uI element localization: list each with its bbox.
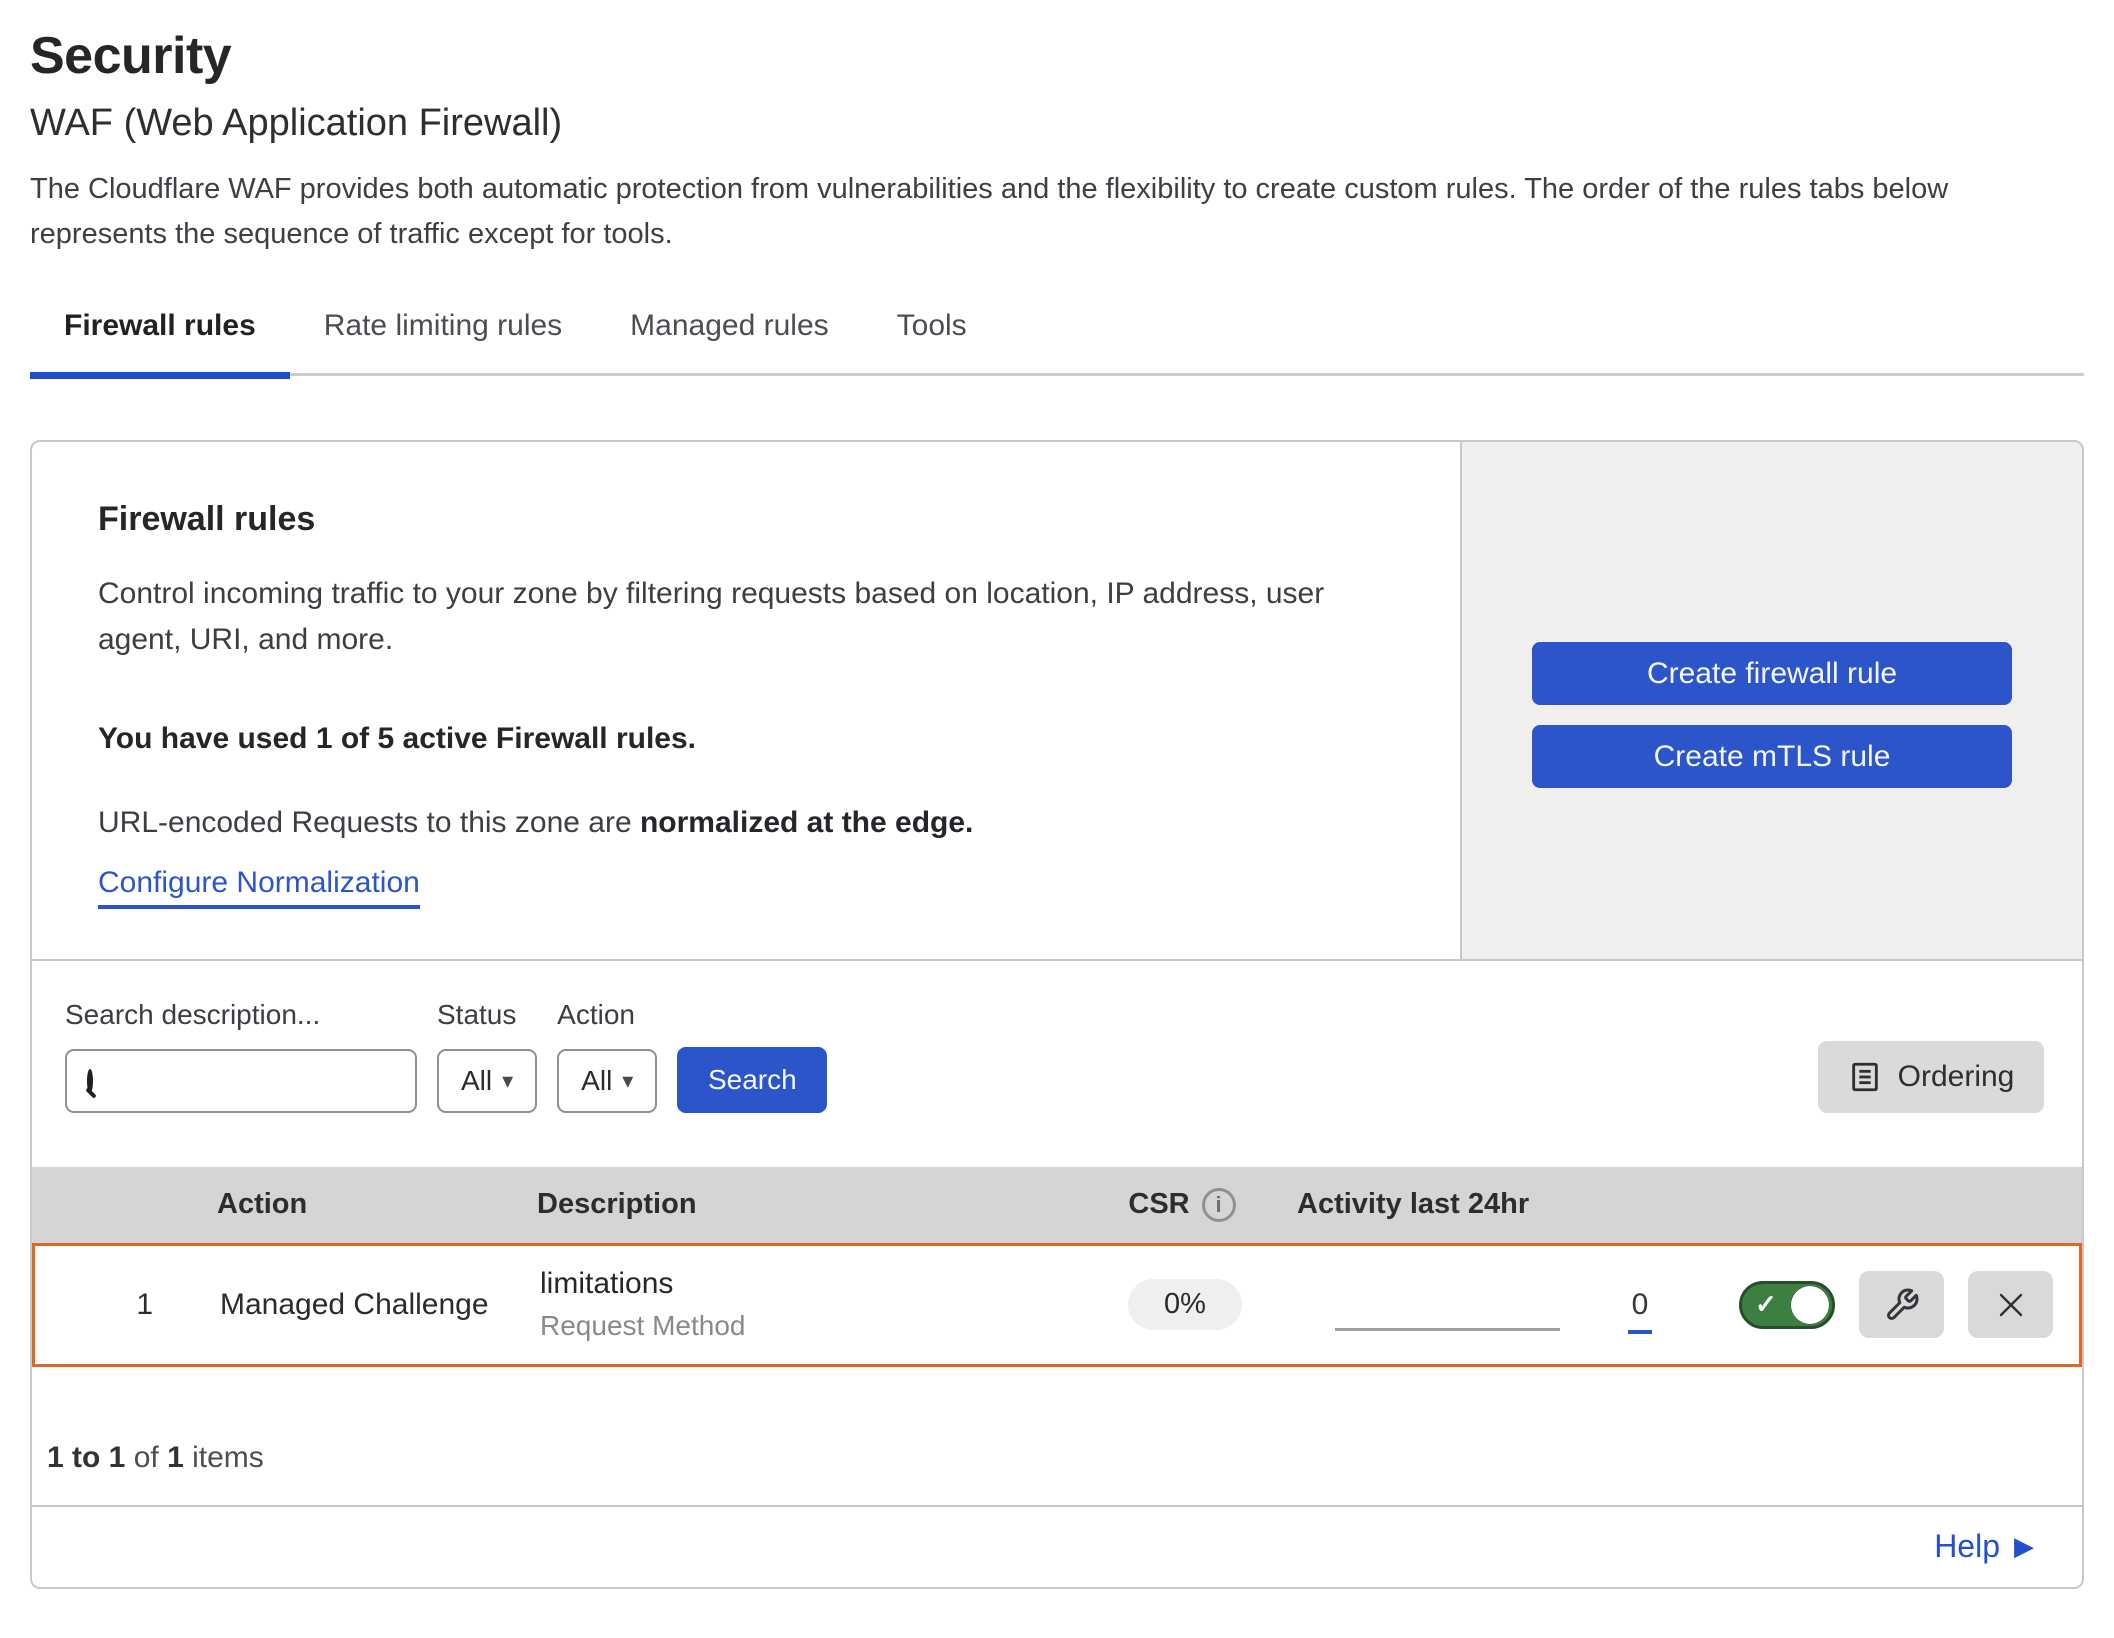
chevron-down-icon: ▾ (502, 1068, 513, 1094)
rule-controls-cell: ✓ (1680, 1271, 2079, 1338)
tab-tools[interactable]: Tools (863, 303, 1001, 373)
toggle-knob (1790, 1285, 1830, 1325)
normalization-note: URL-encoded Requests to this zone are no… (98, 806, 1400, 840)
pagination-total: 1 (167, 1441, 184, 1474)
configure-normalization-link[interactable]: Configure Normalization (98, 866, 420, 909)
action-filter-value: All (581, 1065, 612, 1097)
csr-badge: 0% (1128, 1279, 1242, 1330)
rule-priority-number: 1 (35, 1288, 185, 1322)
action-filter-label: Action (557, 999, 657, 1031)
column-header-action: Action (182, 1188, 507, 1221)
create-rule-actions-panel: Create firewall rule Create mTLS rule (1460, 442, 2082, 959)
rule-csr-cell: 0% (1080, 1279, 1290, 1330)
activity-sparkline (1335, 1328, 1560, 1331)
help-row: Help ▶ (32, 1505, 2082, 1587)
create-mtls-rule-button[interactable]: Create mTLS rule (1532, 725, 2012, 788)
page-title: Security (30, 26, 2084, 86)
rule-description-expression: Request Method (540, 1310, 1080, 1342)
chevron-down-icon: ▾ (622, 1068, 633, 1094)
check-icon: ✓ (1755, 1289, 1777, 1320)
firewall-rules-heading: Firewall rules (98, 500, 1400, 539)
rule-description-cell: limitations Request Method (510, 1267, 1080, 1342)
ordering-button[interactable]: Ordering (1818, 1041, 2044, 1113)
tab-firewall-rules[interactable]: Firewall rules (30, 303, 290, 373)
column-header-activity: Activity last 24hr (1287, 1188, 1597, 1221)
rule-activity-cell (1290, 1328, 1600, 1364)
rule-action-cell: Managed Challenge (185, 1288, 510, 1322)
search-description-group: Search description... (65, 999, 417, 1113)
firewall-rules-card: Firewall rules Control incoming traffic … (30, 440, 2084, 1589)
tab-managed-rules[interactable]: Managed rules (596, 303, 862, 373)
action-filter-group: Action All ▾ (557, 999, 657, 1113)
search-input[interactable] (109, 1065, 470, 1097)
search-description-label: Search description... (65, 999, 417, 1031)
ordering-button-label: Ordering (1898, 1060, 2015, 1094)
normalization-note-prefix: URL-encoded Requests to this zone are (98, 806, 640, 839)
close-icon (1995, 1289, 2027, 1321)
rules-tab-bar: Firewall rules Rate limiting rules Manag… (30, 303, 2084, 376)
search-icon (87, 1069, 93, 1093)
create-firewall-rule-button[interactable]: Create firewall rule (1532, 642, 2012, 705)
edit-rule-button[interactable] (1859, 1271, 1944, 1338)
info-icon[interactable]: i (1202, 1188, 1236, 1222)
tab-rate-limiting-rules[interactable]: Rate limiting rules (290, 303, 596, 373)
column-header-description: Description (507, 1188, 1077, 1221)
page-subtitle: WAF (Web Application Firewall) (30, 102, 2084, 145)
rules-table-header: Action Description CSR i Activity last 2… (32, 1167, 2082, 1243)
normalization-note-bold: normalized at the edge. (640, 806, 973, 839)
search-button[interactable]: Search (677, 1047, 827, 1113)
firewall-rules-description: Control incoming traffic to your zone by… (98, 571, 1388, 664)
table-row-managed-challenge[interactable]: 1 Managed Challenge limitations Request … (32, 1243, 2082, 1367)
firewall-rules-usage: You have used 1 of 5 active Firewall rul… (98, 722, 1400, 756)
status-filter-label: Status (437, 999, 537, 1031)
firewall-rules-summary-section: Firewall rules Control incoming traffic … (32, 442, 2082, 959)
firewall-rules-summary-text: Firewall rules Control incoming traffic … (32, 442, 1460, 959)
rule-enabled-toggle[interactable]: ✓ (1739, 1281, 1835, 1329)
activity-count-link[interactable]: 0 (1628, 1288, 1653, 1334)
pagination-summary: 1 to 1 of 1 items (32, 1367, 2082, 1505)
search-button-group: Search (677, 997, 827, 1113)
rule-description-name: limitations (540, 1267, 1080, 1301)
column-header-csr: CSR i (1077, 1188, 1287, 1222)
filter-bar: Search description... Status All ▾ Actio… (32, 959, 2082, 1167)
security-waf-page: Security WAF (Web Application Firewall) … (0, 0, 2114, 1589)
rule-activity-count-cell: 0 (1600, 1288, 1680, 1322)
ordering-list-icon (1848, 1060, 1882, 1094)
search-box (65, 1049, 417, 1113)
wrench-icon (1884, 1287, 1920, 1323)
delete-rule-button[interactable] (1968, 1271, 2053, 1338)
action-filter-dropdown[interactable]: All ▾ (557, 1049, 657, 1113)
help-arrow-icon: ▶ (2014, 1531, 2034, 1562)
pagination-range: 1 to 1 (47, 1441, 125, 1474)
page-description: The Cloudflare WAF provides both automat… (30, 167, 2082, 257)
help-link[interactable]: Help (1934, 1528, 2000, 1565)
